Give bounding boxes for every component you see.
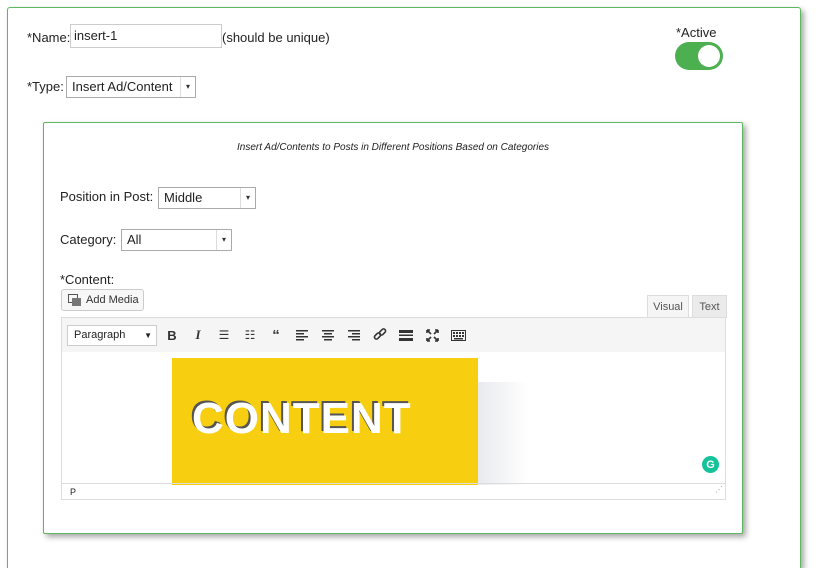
category-select-value: All	[127, 232, 142, 247]
name-label: *Name:	[27, 30, 71, 45]
content-editor: Paragraph ▼ B I ☰ ☷ “ CONTENT G P ⋰	[61, 317, 726, 500]
align-left-icon[interactable]	[293, 326, 311, 344]
tab-text[interactable]: Text	[692, 295, 727, 318]
grammarly-icon[interactable]: G	[702, 456, 719, 473]
add-media-label: Add Media	[86, 294, 139, 306]
format-select-value: Paragraph	[74, 329, 126, 341]
blockquote-icon[interactable]: “	[267, 326, 285, 344]
bullet-list-icon[interactable]: ☰	[215, 326, 233, 344]
fullscreen-icon[interactable]	[423, 326, 441, 344]
type-label: *Type:	[27, 79, 64, 94]
format-select[interactable]: Paragraph ▼	[67, 325, 157, 346]
insert-content-box: Insert Ad/Contents to Posts in Different…	[43, 122, 743, 534]
align-right-icon[interactable]	[345, 326, 363, 344]
add-media-button[interactable]: Add Media	[61, 289, 144, 311]
name-hint: (should be unique)	[222, 30, 330, 45]
content-image-text: CONTENT	[192, 394, 412, 443]
editor-statusbar: P ⋰	[62, 483, 725, 499]
image-shadow	[478, 382, 528, 485]
chevron-down-icon: ▾	[240, 188, 255, 208]
align-center-icon[interactable]	[319, 326, 337, 344]
active-label: *Active	[676, 25, 717, 40]
position-select[interactable]: Middle ▾	[158, 187, 256, 209]
type-select[interactable]: Insert Ad/Content ▾	[66, 76, 196, 98]
editor-toolbar: Paragraph ▼ B I ☰ ☷ “	[62, 318, 725, 353]
category-label: Category:	[60, 232, 117, 247]
content-label: *Content:	[60, 272, 115, 287]
read-more-icon[interactable]	[397, 326, 415, 344]
bold-icon[interactable]: B	[163, 326, 181, 344]
position-label: Position in Post:	[60, 189, 154, 204]
link-icon[interactable]	[371, 326, 389, 344]
position-select-value: Middle	[164, 190, 203, 205]
category-select[interactable]: All ▾	[121, 229, 232, 251]
resize-handle-icon[interactable]: ⋰	[715, 482, 723, 498]
element-path[interactable]: P	[70, 487, 76, 497]
chevron-down-icon: ▾	[216, 230, 231, 250]
editor-canvas[interactable]: CONTENT G	[62, 352, 725, 485]
tab-visual[interactable]: Visual	[647, 295, 689, 318]
italic-icon[interactable]: I	[189, 326, 207, 344]
chevron-down-icon: ▾	[180, 77, 195, 97]
box-caption: Insert Ad/Contents to Posts in Different…	[236, 142, 550, 153]
numbered-list-icon[interactable]: ☷	[241, 326, 259, 344]
toggle-knob	[698, 45, 720, 67]
active-toggle[interactable]	[675, 42, 723, 70]
toolbar-toggle-icon[interactable]	[449, 326, 467, 344]
type-select-value: Insert Ad/Content	[72, 79, 173, 94]
name-input[interactable]: insert-1	[70, 24, 222, 48]
add-media-icon	[68, 293, 81, 306]
chevron-down-icon: ▼	[144, 331, 152, 340]
